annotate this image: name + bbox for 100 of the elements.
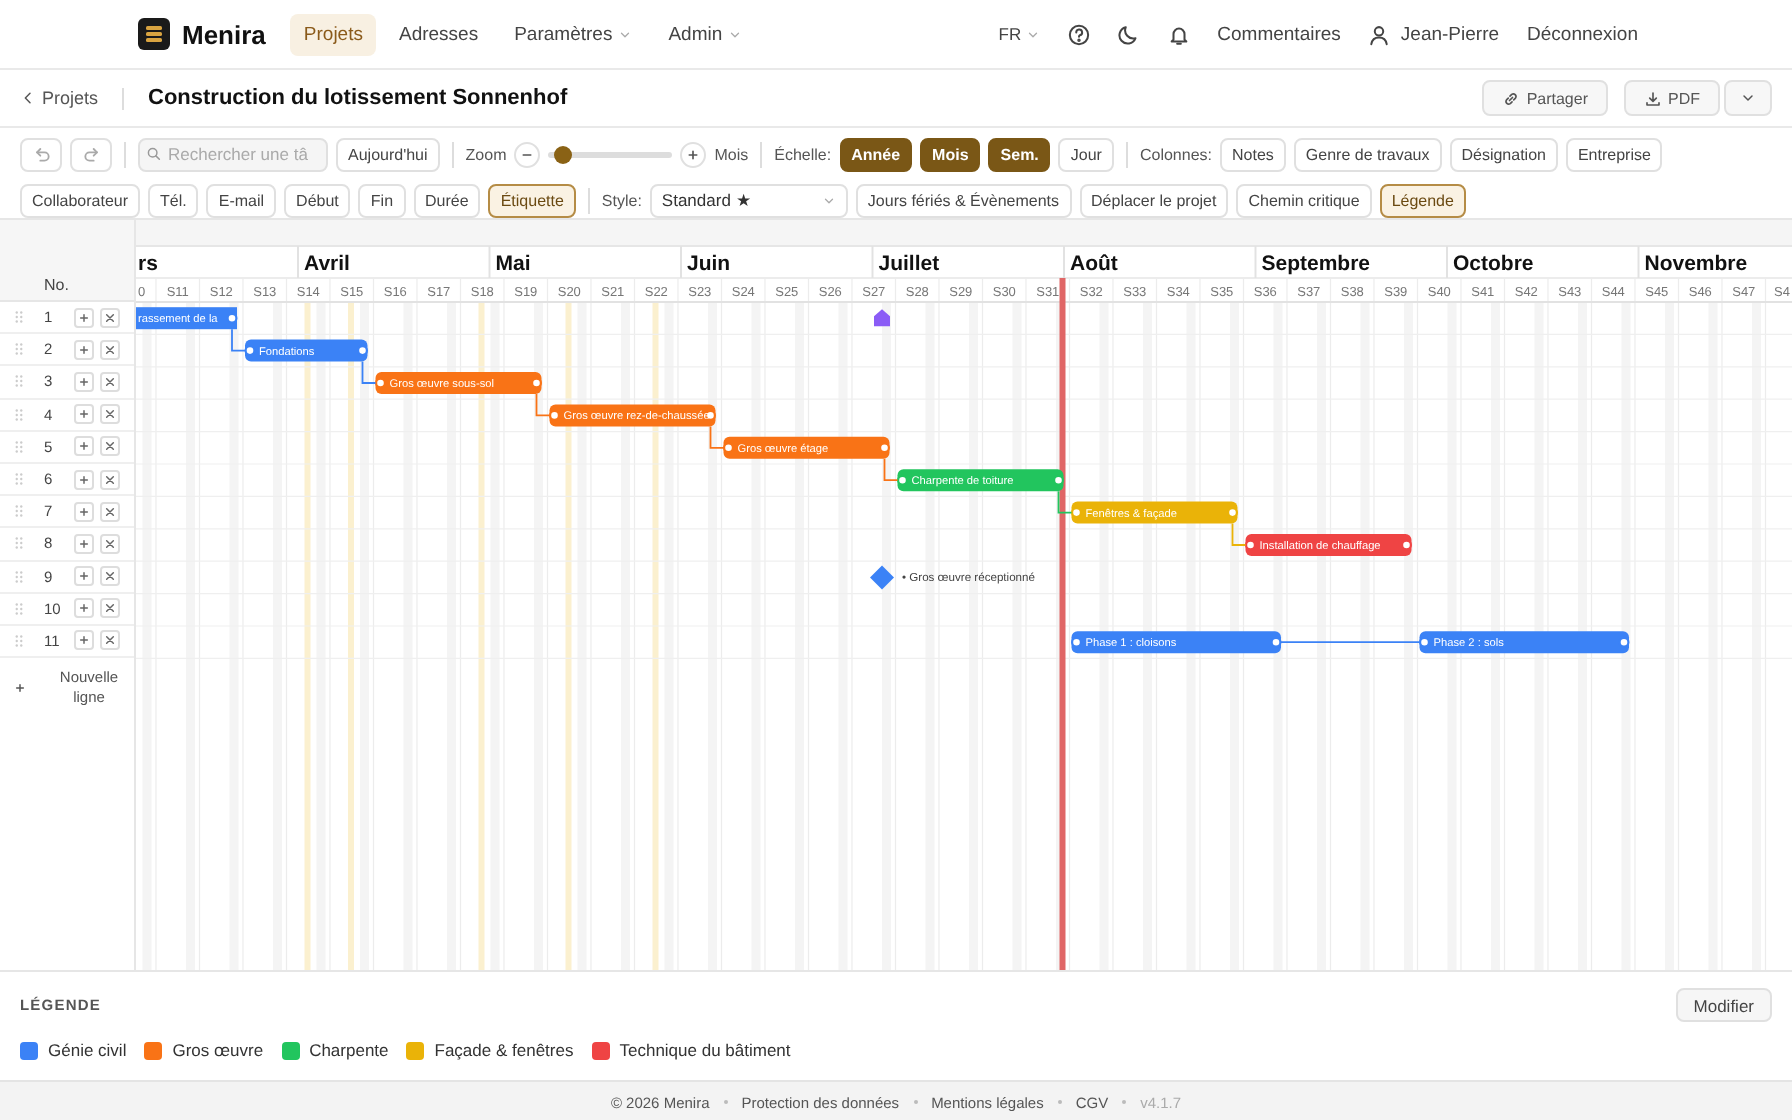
help-icon xyxy=(1067,23,1090,45)
delete-button[interactable] xyxy=(100,566,120,587)
task-bar[interactable] xyxy=(244,339,368,362)
task-bar[interactable] xyxy=(897,469,1064,492)
delete-button[interactable] xyxy=(100,630,120,651)
task-bar[interactable] xyxy=(1071,501,1238,524)
plus-icon xyxy=(12,679,28,696)
style-label: Style: xyxy=(601,191,642,209)
pdf-button[interactable]: PDF xyxy=(1624,80,1720,116)
field-toggle[interactable]: Collaborateur xyxy=(20,183,141,217)
add-button[interactable] xyxy=(74,566,94,587)
delete-button[interactable] xyxy=(100,436,120,457)
undo-button[interactable] xyxy=(20,137,62,171)
month-label: Septembre xyxy=(1261,252,1371,276)
delete-button[interactable] xyxy=(100,339,120,360)
field-toggle[interactable]: Fin xyxy=(358,183,406,217)
connector-line xyxy=(231,328,246,352)
delete-button[interactable] xyxy=(100,598,120,619)
add-button[interactable] xyxy=(74,501,94,522)
add-button[interactable] xyxy=(74,533,94,554)
zoom-slider[interactable] xyxy=(548,151,673,157)
connector-line xyxy=(1231,522,1247,546)
close-icon xyxy=(102,309,118,326)
view-toggle[interactable]: Légende xyxy=(1379,183,1466,217)
legend-label: Génie civil xyxy=(48,1040,127,1060)
scale-button[interactable]: Jour xyxy=(1058,137,1114,171)
edit-button[interactable]: Modifier xyxy=(1675,988,1772,1022)
field-toggle[interactable]: Durée xyxy=(413,183,481,217)
connector-line xyxy=(883,457,899,482)
column-toggle[interactable]: Entreprise xyxy=(1565,137,1663,171)
view-toggle[interactable]: Déplacer le projet xyxy=(1079,183,1229,217)
zoom-label: Zoom xyxy=(465,145,507,163)
nav-tab[interactable]: Paramètres xyxy=(500,13,647,55)
plus-icon xyxy=(684,145,703,163)
month-label: Octobre xyxy=(1453,252,1534,276)
delete-button[interactable] xyxy=(100,501,120,522)
nav-tab[interactable]: Admin xyxy=(654,13,757,55)
comments-link[interactable]: Commentaires xyxy=(1217,23,1341,45)
add-button[interactable] xyxy=(74,371,94,392)
chevron-icon xyxy=(728,27,743,41)
column-toggle[interactable]: Désignation xyxy=(1449,137,1558,171)
delete-button[interactable] xyxy=(100,533,120,554)
add-button[interactable] xyxy=(74,469,94,490)
task-bar[interactable] xyxy=(1071,631,1282,654)
task-bar[interactable] xyxy=(549,404,716,427)
add-button[interactable] xyxy=(74,307,94,328)
nav-tab[interactable]: Projets xyxy=(289,13,377,55)
task-bar[interactable] xyxy=(136,307,238,330)
language-menu[interactable]: FR xyxy=(998,24,1040,44)
redo-button[interactable] xyxy=(70,137,112,171)
view-toggle[interactable]: Chemin critique xyxy=(1236,183,1372,217)
today-button[interactable]: Aujourd'hui xyxy=(336,137,440,171)
scale-button[interactable]: Sem. xyxy=(988,137,1051,171)
legend-label: Gros œuvre xyxy=(172,1040,264,1060)
zoom-in-button[interactable] xyxy=(680,141,707,167)
link-icon xyxy=(1502,89,1521,107)
style-select[interactable]: Standard ★ xyxy=(649,183,848,217)
moon-icon xyxy=(1117,23,1140,45)
field-toggle[interactable]: E-mail xyxy=(206,183,277,217)
view-toggle[interactable]: Jours fériés & Évènements xyxy=(855,183,1072,217)
field-toggle[interactable]: Début xyxy=(284,183,351,217)
close-icon xyxy=(102,568,118,585)
add-button[interactable] xyxy=(74,339,94,360)
field-toggle[interactable]: Étiquette xyxy=(488,183,576,217)
plus-icon xyxy=(76,535,92,552)
share-button[interactable]: Partager xyxy=(1482,80,1608,116)
add-button[interactable] xyxy=(74,404,94,425)
column-toggle[interactable]: Genre de travaux xyxy=(1293,137,1442,171)
field-toggle[interactable]: Tél. xyxy=(148,183,199,217)
zoom-out-button[interactable] xyxy=(514,141,541,167)
month-label: Août xyxy=(1070,252,1118,276)
scale-button[interactable]: Mois xyxy=(920,137,981,171)
scale-button[interactable]: Année xyxy=(839,137,913,171)
close-icon xyxy=(102,341,118,358)
task-bar[interactable] xyxy=(375,372,542,394)
column-toggle[interactable]: Notes xyxy=(1220,137,1286,171)
logout-link[interactable]: Déconnexion xyxy=(1527,23,1638,45)
add-button[interactable] xyxy=(74,436,94,457)
month-label: Novembre xyxy=(1644,252,1748,276)
month-label: Avril xyxy=(304,252,350,276)
task-bar[interactable] xyxy=(1245,534,1412,556)
add-button[interactable] xyxy=(74,598,94,619)
project-title: Construction du lotissement Sonnenhof xyxy=(148,86,568,110)
delete-button[interactable] xyxy=(100,404,120,425)
user-name[interactable]: Jean-Pierre xyxy=(1400,23,1500,45)
milestone-icon[interactable] xyxy=(870,565,894,590)
delete-button[interactable] xyxy=(100,469,120,490)
plus-icon xyxy=(76,632,92,649)
legend-label: Charpente xyxy=(309,1040,389,1060)
add-button[interactable] xyxy=(74,630,94,651)
delete-button[interactable] xyxy=(100,307,120,328)
plus-icon xyxy=(76,406,92,423)
nav-tab[interactable]: Adresses xyxy=(384,13,493,55)
task-bar[interactable] xyxy=(723,436,890,459)
slider-thumb[interactable] xyxy=(553,145,572,163)
delete-button[interactable] xyxy=(100,371,120,392)
search-field[interactable]: Rechercher une tâ xyxy=(138,137,328,171)
close-icon xyxy=(102,373,118,390)
task-bar[interactable] xyxy=(1419,631,1630,654)
back-link[interactable]: Projets xyxy=(20,88,99,108)
